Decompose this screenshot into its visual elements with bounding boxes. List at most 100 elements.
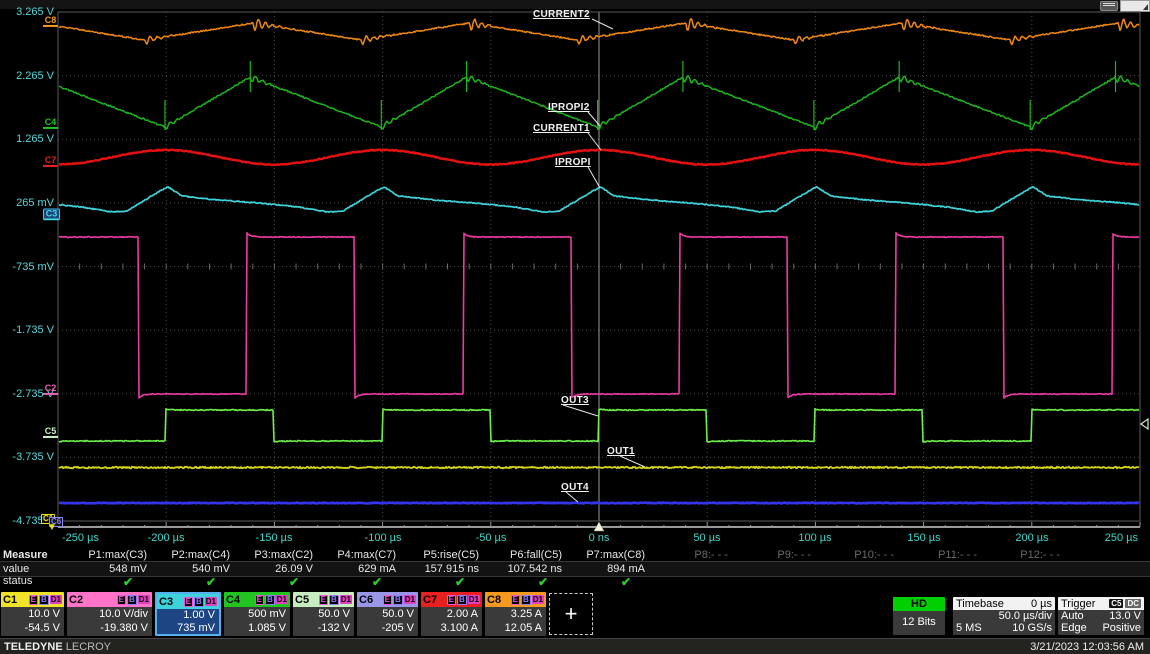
measure-status-row: status ✔✔✔✔✔✔✔ (0, 575, 1150, 588)
waveform-plot: 3.265 V2.265 V1.265 V265 mV-735 mV-1.735… (0, 0, 1150, 548)
measure-value-p1: 548 mV (70, 562, 153, 576)
trace-label-ipropi2[interactable]: IPROPI2 (548, 102, 590, 113)
x-axis-label: 200 µs (1015, 532, 1048, 544)
measure-header-p5[interactable]: P5:rise(C5) (402, 549, 485, 561)
trigger-box[interactable]: Trigger C5 DC Auto 13.0 V Edge Positive (1058, 597, 1144, 635)
badge-e-C5: E (319, 595, 328, 605)
channel-marker-C5[interactable]: C5 (43, 427, 58, 438)
badge-b-C6: B (393, 595, 403, 605)
channel-id-C6: C6 (359, 594, 373, 606)
trace-label-out3[interactable]: OUT3 (561, 395, 589, 406)
x-axis-label: 250 µs (1105, 532, 1138, 544)
channel-box-C6[interactable]: C6EBD150.0 V-205 V (357, 592, 418, 636)
channel-offset-C2: -19.380 V (67, 621, 152, 635)
badge-b-C4: B (265, 595, 275, 605)
measure-status-p9 (734, 575, 817, 588)
badge-d1-C4: D1 (276, 595, 288, 604)
measure-value-p8 (651, 562, 734, 576)
channel-marker-C3[interactable]: C3 (43, 208, 60, 220)
x-axis-label: 50 µs (693, 532, 720, 544)
channel-offset-C6: -205 V (357, 621, 418, 635)
channel-offset-C8: 12.05 A (485, 621, 546, 635)
measure-value-p12 (983, 562, 1066, 576)
measure-value-p9 (734, 562, 817, 576)
channel-marker-C2[interactable]: C2 (43, 384, 58, 395)
measure-value-p7: 894 mA (568, 562, 651, 576)
channel-box-C2[interactable]: C2EBD110.0 V/div-19.380 V (67, 592, 152, 636)
x-axis-label: 150 µs (907, 532, 940, 544)
channel-scale-C8: 3.25 A (485, 607, 546, 621)
measure-header-p7[interactable]: P7:max(C8) (568, 549, 651, 561)
measure-value-p6: 107.542 ns (485, 562, 568, 576)
badge-d1-C2: D1 (138, 595, 150, 604)
trace-label-ipropi[interactable]: IPROPI (555, 157, 591, 168)
trace-label-out4[interactable]: OUT4 (561, 482, 589, 493)
timebase-scale: 50.0 µs/div (999, 610, 1052, 622)
channel-scale-C4: 500 mV (224, 607, 290, 621)
channel-marker-C4[interactable]: C4 (43, 118, 58, 129)
timebase-title: Timebase (956, 598, 1004, 610)
measure-status-p2: ✔ (153, 575, 236, 588)
measure-header-p3[interactable]: P3:max(C2) (236, 549, 319, 561)
y-axis-label: -735 mV (0, 261, 54, 273)
badge-e-C4: E (255, 595, 264, 605)
measure-status-p4: ✔ (319, 575, 402, 588)
channel-box-C7[interactable]: C7EBD12.00 A3.100 A (421, 592, 482, 636)
channel-scale-C6: 50.0 V (357, 607, 418, 621)
channel-box-C4[interactable]: C4EBD1500 mV1.085 V (224, 592, 290, 636)
timebase-samples: 5 MS (956, 622, 982, 634)
channel-box-C3[interactable]: C3EBD11.00 V735 mV (155, 592, 221, 636)
measure-header-p10[interactable]: P10:- - - (817, 549, 900, 561)
measure-header-p1[interactable]: P1:max(C3) (70, 549, 153, 561)
waveform-canvas (0, 0, 1150, 548)
measure-header-p4[interactable]: P4:max(C7) (319, 549, 402, 561)
brand-teledyne: TELEDYNE (4, 641, 63, 653)
badge-e-C7: E (447, 595, 456, 605)
channel-marker-C8[interactable]: C8 (43, 16, 58, 27)
timebase-box[interactable]: Timebase 0 µs 50.0 µs/div 5 MS 10 GS/s (953, 597, 1055, 635)
bits-label: 12 Bits (893, 611, 945, 633)
channel-box-C8[interactable]: C8EBD13.25 A12.05 A (485, 592, 546, 636)
add-channel-button[interactable]: + (549, 593, 593, 635)
x-axis-label: -150 µs (256, 532, 293, 544)
x-axis-label: -250 µs (62, 532, 99, 544)
trigger-coupling-badge: DC (1125, 599, 1141, 608)
status-row-label: status (0, 575, 70, 588)
measure-header-p12[interactable]: P12:- - - (983, 549, 1066, 561)
value-row-label: value (0, 562, 70, 576)
measure-header-p9[interactable]: P9:- - - (734, 549, 817, 561)
trace-label-current1[interactable]: CURRENT1 (533, 123, 590, 134)
channel-marker-C7[interactable]: C7 (43, 156, 58, 167)
measure-status-p6: ✔ (485, 575, 568, 588)
measure-header-p6[interactable]: P6:fall(C5) (485, 549, 568, 561)
y-axis-label: 2.265 V (0, 70, 54, 82)
hd-mode-box[interactable]: HD 12 Bits (893, 597, 945, 635)
y-axis-label: -1.735 V (0, 324, 54, 336)
channel-box-C5[interactable]: C5EBD150.0 V-132 V (293, 592, 354, 636)
channel-box-header-C2: C2EBD1 (67, 592, 152, 607)
badge-e-C3: E (184, 597, 193, 607)
measure-header-p8[interactable]: P8:- - - (651, 549, 734, 561)
badge-b-C2: B (127, 595, 137, 605)
measure-status-p12 (983, 575, 1066, 588)
channel-scale-C1: 10.0 V (1, 607, 64, 621)
x-axis-label: 0 ns (589, 532, 610, 544)
channel-box-header-C3: C3EBD1 (157, 594, 219, 609)
channel-id-C2: C2 (69, 594, 83, 606)
badge-e-C1: E (29, 595, 38, 605)
channel-offset-C1: -54.5 V (1, 621, 64, 635)
channel-box-C1[interactable]: C1EBD110.0 V-54.5 V (1, 592, 64, 636)
trigger-source-badge: C5 (1109, 599, 1123, 608)
measure-status-p3: ✔ (236, 575, 319, 588)
measure-header-p2[interactable]: P2:max(C4) (153, 549, 236, 561)
trace-label-out1[interactable]: OUT1 (607, 446, 635, 457)
trigger-type: Edge (1061, 622, 1087, 634)
badge-e-C6: E (383, 595, 392, 605)
timebase-offset: 0 µs (1031, 598, 1052, 610)
measure-value-p4: 629 mA (319, 562, 402, 576)
measure-header-p11[interactable]: P11:- - - (900, 549, 983, 561)
trigger-level: 13.0 V (1109, 610, 1141, 622)
channel-scale-C5: 50.0 V (293, 607, 354, 621)
y-axis-label: -3.735 V (0, 451, 54, 463)
trace-label-current2[interactable]: CURRENT2 (533, 9, 590, 20)
